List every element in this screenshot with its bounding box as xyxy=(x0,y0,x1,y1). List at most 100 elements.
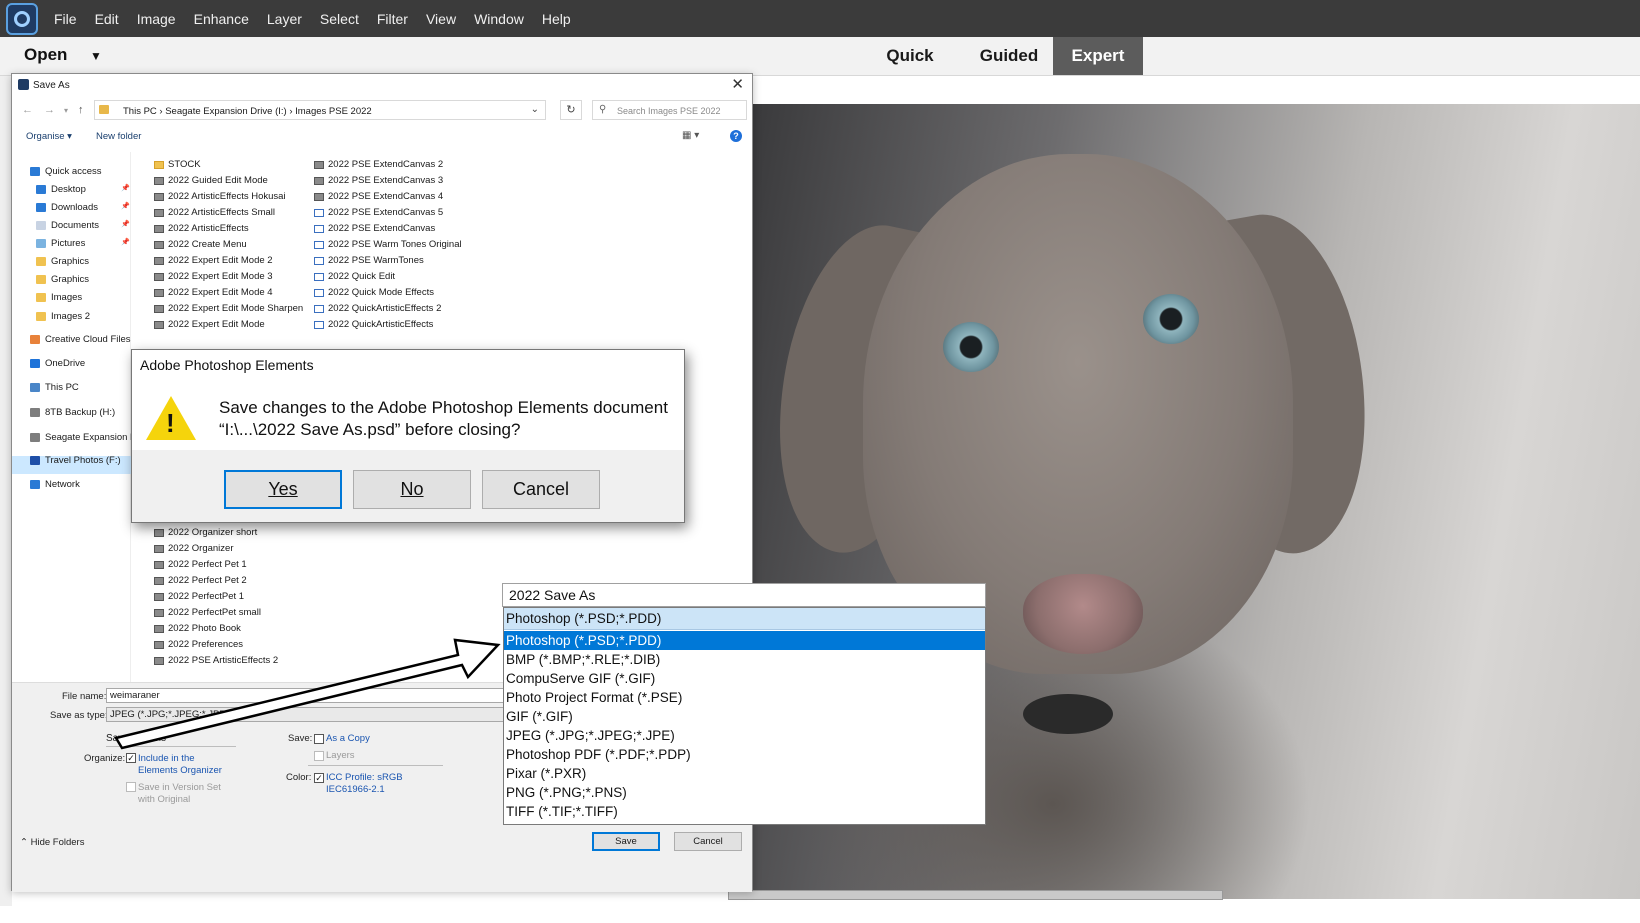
menu-view[interactable]: View xyxy=(426,11,456,27)
tab-guided[interactable]: Guided xyxy=(963,37,1055,75)
up-arrow-icon[interactable]: ↑ xyxy=(78,104,84,116)
file-list-item[interactable]: 2022 ArtisticEffects Small xyxy=(154,207,275,218)
file-list-item[interactable]: 2022 Organizer xyxy=(154,543,233,554)
file-name-field[interactable]: weimaraner xyxy=(106,688,506,703)
file-list-item[interactable]: 2022 Perfect Pet 2 xyxy=(154,575,247,586)
file-type-option[interactable]: Photoshop PDF (*.PDF;*.PDP) xyxy=(506,747,691,762)
yes-button[interactable]: Yes xyxy=(224,470,342,509)
nav-item[interactable]: Seagate Expansion D xyxy=(30,432,137,443)
menu-help[interactable]: Help xyxy=(542,11,571,27)
file-list-item[interactable]: 2022 Expert Edit Mode 2 xyxy=(154,255,273,266)
open-dropdown-chevron-icon[interactable]: ▼ xyxy=(90,49,102,63)
file-list-item[interactable]: 2022 PerfectPet small xyxy=(154,607,261,618)
nav-item[interactable]: Graphics xyxy=(36,274,89,285)
file-list-item[interactable]: 2022 Guided Edit Mode xyxy=(154,175,268,186)
file-type-dropdown[interactable]: Photoshop (*.PSD;*.PDD) Photoshop (*.PSD… xyxy=(503,607,986,825)
open-button[interactable]: Open xyxy=(24,45,67,65)
nav-item[interactable]: Graphics xyxy=(36,256,89,267)
file-type-option[interactable]: JPEG (*.JPG;*.JPEG;*.JPE) xyxy=(506,728,675,743)
file-list-item[interactable]: 2022 QuickArtisticEffects 2 xyxy=(314,303,441,314)
menu-file[interactable]: File xyxy=(54,11,77,27)
forward-arrow-icon[interactable]: → xyxy=(44,104,55,116)
file-list-item[interactable]: 2022 Quick Mode Effects xyxy=(314,287,434,298)
file-list-item[interactable]: 2022 Quick Edit xyxy=(314,271,395,282)
file-list-item[interactable]: 2022 PSE Warm Tones Original xyxy=(314,239,462,250)
menu-filter[interactable]: Filter xyxy=(377,11,408,27)
organise-menu[interactable]: Organise ▾ xyxy=(26,131,72,142)
menu-select[interactable]: Select xyxy=(320,11,359,27)
file-type-option[interactable]: Photo Project Format (*.PSE) xyxy=(506,690,682,705)
icc-profile-label[interactable]: ICC Profile: sRGB IEC61966-2.1 xyxy=(326,772,411,796)
nav-item[interactable]: Travel Photos (F:) xyxy=(30,455,121,466)
file-list-item[interactable]: 2022 Expert Edit Mode 3 xyxy=(154,271,273,282)
file-type-option[interactable]: CompuServe GIF (*.GIF) xyxy=(506,671,655,686)
nav-item[interactable]: Documents xyxy=(36,220,99,231)
file-type-option[interactable]: BMP (*.BMP;*.RLE;*.DIB) xyxy=(506,652,660,667)
tab-quick[interactable]: Quick xyxy=(870,37,950,75)
file-type-option[interactable]: GIF (*.GIF) xyxy=(506,709,573,724)
alert-cancel-button[interactable]: Cancel xyxy=(482,470,600,509)
file-list-item[interactable]: 2022 PSE ArtisticEffects 2 xyxy=(154,655,278,666)
help-icon[interactable]: ? xyxy=(730,130,742,142)
hide-folders-button[interactable]: ⌃ Hide Folders xyxy=(20,837,84,848)
file-list-item[interactable]: 2022 PSE ExtendCanvas 5 xyxy=(314,207,443,218)
nav-item[interactable]: Creative Cloud Files xyxy=(30,334,131,345)
file-list-item[interactable]: 2022 Create Menu xyxy=(154,239,247,250)
nav-item[interactable]: OneDrive xyxy=(30,358,85,369)
file-list-item[interactable]: 2022 ArtisticEffects xyxy=(154,223,249,234)
breadcrumb[interactable]: This PC › Seagate Expansion Drive (I:) ›… xyxy=(123,106,372,117)
file-type-option[interactable]: Pixar (*.PXR) xyxy=(506,766,586,781)
canvas-scrollbar[interactable] xyxy=(728,890,1223,900)
view-options-icon[interactable]: ▦ ▾ xyxy=(682,130,699,141)
cancel-button[interactable]: Cancel xyxy=(674,832,742,851)
file-list-item[interactable]: 2022 Expert Edit Mode Sharpen xyxy=(154,303,303,314)
file-list-item[interactable]: 2022 PerfectPet 1 xyxy=(154,591,244,602)
nav-item[interactable]: Images 2 xyxy=(36,311,90,322)
as-copy-checkbox[interactable] xyxy=(314,734,324,744)
nav-item[interactable]: 8TB Backup (H:) xyxy=(30,407,115,418)
menu-window[interactable]: Window xyxy=(474,11,524,27)
file-list-item[interactable]: 2022 ArtisticEffects Hokusai xyxy=(154,191,286,202)
file-type-option[interactable]: Photoshop (*.PSD;*.PDD) xyxy=(506,633,661,648)
file-list-item[interactable]: 2022 PSE ExtendCanvas 4 xyxy=(314,191,443,202)
file-list-item[interactable]: 2022 PSE WarmTones xyxy=(314,255,424,266)
file-list-item[interactable]: 2022 PSE ExtendCanvas xyxy=(314,223,435,234)
refresh-icon[interactable]: ↻ xyxy=(560,100,582,120)
file-list-item[interactable]: 2022 Expert Edit Mode xyxy=(154,319,265,330)
close-icon[interactable]: ✕ xyxy=(731,75,744,93)
as-copy-label[interactable]: As a Copy xyxy=(326,733,370,744)
file-list-item[interactable]: STOCK xyxy=(154,159,201,170)
menu-edit[interactable]: Edit xyxy=(95,11,119,27)
back-arrow-icon[interactable]: ← xyxy=(22,104,33,116)
nav-item[interactable]: Network xyxy=(30,479,80,490)
menu-image[interactable]: Image xyxy=(137,11,176,27)
include-organizer-label[interactable]: Include in the Elements Organizer xyxy=(138,753,228,777)
file-list-item[interactable]: 2022 Photo Book xyxy=(154,623,241,634)
file-list-item[interactable]: 2022 Preferences xyxy=(154,639,243,650)
save-button[interactable]: Save xyxy=(592,832,660,851)
nav-item[interactable]: Downloads xyxy=(36,202,98,213)
nav-item[interactable]: This PC xyxy=(30,382,79,393)
file-list-item[interactable]: 2022 QuickArtisticEffects xyxy=(314,319,433,330)
file-list-item[interactable]: 2022 Organizer short xyxy=(154,527,257,538)
file-list-item[interactable]: 2022 Expert Edit Mode 4 xyxy=(154,287,273,298)
no-button[interactable]: No xyxy=(353,470,471,509)
nav-item[interactable]: Pictures xyxy=(36,238,85,249)
address-field[interactable]: This PC › Seagate Expansion Drive (I:) ›… xyxy=(94,100,546,120)
menu-enhance[interactable]: Enhance xyxy=(194,11,249,27)
include-organizer-checkbox[interactable]: ✓ xyxy=(126,753,136,763)
file-list-item[interactable]: 2022 PSE ExtendCanvas 3 xyxy=(314,175,443,186)
new-folder-button[interactable]: New folder xyxy=(96,131,141,142)
file-name-input-enlarged[interactable]: 2022 Save As xyxy=(502,583,986,607)
nav-item[interactable]: Images xyxy=(36,292,82,303)
file-type-option[interactable]: PNG (*.PNG;*.PNS) xyxy=(506,785,627,800)
nav-item[interactable]: Quick access xyxy=(30,166,102,177)
tab-expert[interactable]: Expert xyxy=(1053,37,1143,75)
menu-layer[interactable]: Layer xyxy=(267,11,302,27)
file-list-item[interactable]: 2022 PSE ExtendCanvas 2 xyxy=(314,159,443,170)
icc-profile-checkbox[interactable]: ✓ xyxy=(314,773,324,783)
chevron-down-icon[interactable]: ⌄ xyxy=(531,104,539,115)
file-list-item[interactable]: 2022 Perfect Pet 1 xyxy=(154,559,247,570)
recent-chevron-icon[interactable]: ▾ xyxy=(64,106,68,115)
search-input[interactable]: ⚲ Search Images PSE 2022 xyxy=(592,100,747,120)
